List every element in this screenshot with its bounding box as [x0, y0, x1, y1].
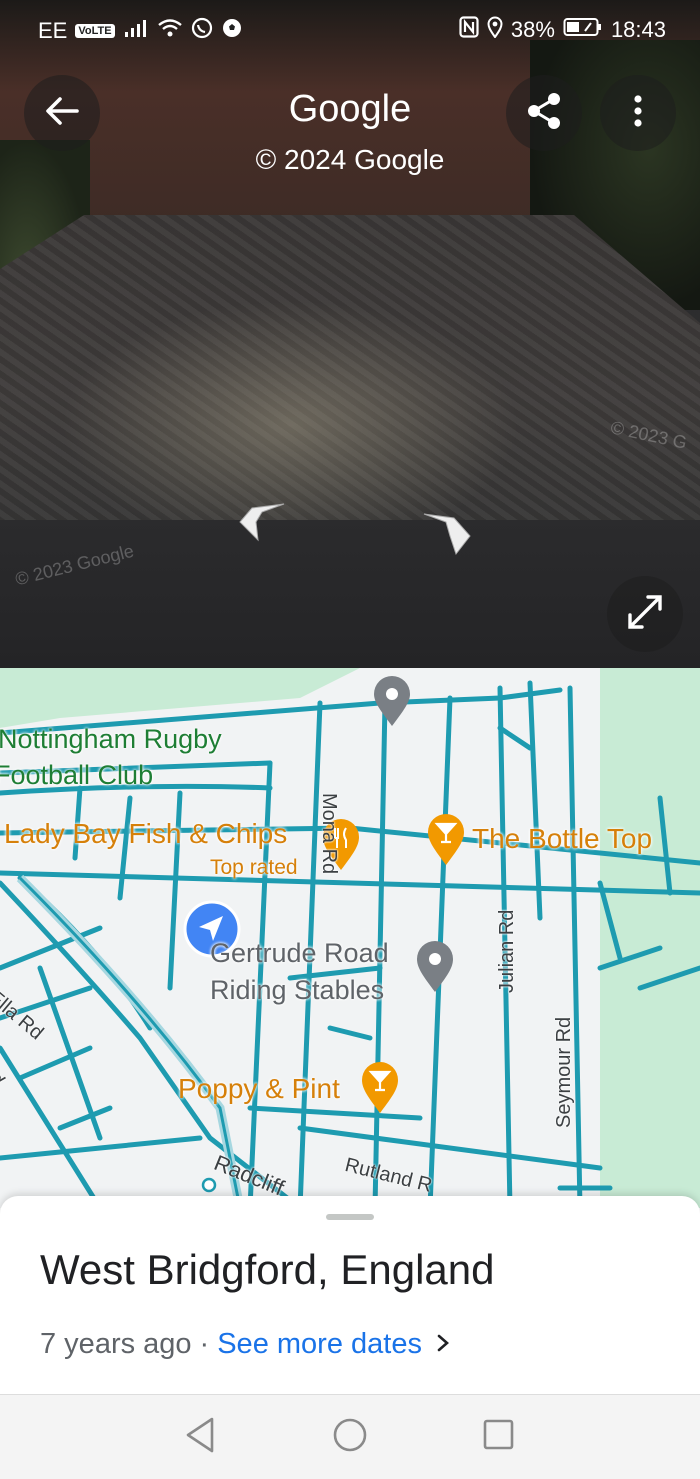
- gray-pin-top[interactable]: [372, 676, 412, 733]
- back-triangle-icon: [184, 1417, 216, 1459]
- expand-icon: [626, 593, 664, 636]
- julian-rd-label: Julian Rd: [496, 909, 518, 993]
- poppy-pint-label[interactable]: Poppy & Pint: [178, 1073, 340, 1105]
- nav-back-button[interactable]: [184, 1415, 216, 1460]
- nav-home-button[interactable]: [332, 1415, 368, 1460]
- volte-badge: VoLTE: [75, 24, 115, 38]
- poppy-pint-pin[interactable]: [361, 1061, 399, 1120]
- share-icon: [525, 91, 563, 136]
- wifi-icon: [157, 18, 183, 44]
- rugby-club-label-line2[interactable]: Football Club: [0, 757, 153, 793]
- street-view-panorama[interactable]: © 2023 Google © 2023 G EE VoLTE 38% 18:4…: [0, 0, 700, 668]
- system-navigation-bar: [0, 1394, 700, 1479]
- pan-right-arrow[interactable]: [420, 510, 476, 561]
- street-view-title: Google: [288, 88, 412, 130]
- stables-label-line2[interactable]: Riding Stables: [210, 972, 384, 1009]
- map-pin-icon: [415, 941, 455, 998]
- nfc-icon: [459, 16, 479, 44]
- capture-age: 7 years ago: [40, 1328, 192, 1360]
- location-icon: [487, 16, 503, 44]
- sheet-drag-handle[interactable]: [326, 1214, 374, 1220]
- bottom-sheet[interactable]: West Bridgford, England 7 years ago · Se…: [0, 1196, 700, 1394]
- pan-left-arrow[interactable]: [232, 500, 288, 549]
- more-options-button[interactable]: [600, 75, 676, 151]
- chevron-left-icon: [232, 503, 288, 548]
- nav-recents-button[interactable]: [482, 1415, 514, 1460]
- place-title: West Bridgford, England: [40, 1246, 495, 1293]
- mona-rd-label: Mona Rd: [318, 793, 340, 875]
- rugby-club-label-line1[interactable]: Nottingham Rugby: [0, 721, 222, 757]
- bottle-top-pin[interactable]: [427, 813, 465, 872]
- chevron-right-icon[interactable]: [436, 1328, 450, 1361]
- road-surface: [0, 520, 700, 668]
- share-button[interactable]: [506, 75, 582, 151]
- signal-icon: [123, 18, 149, 44]
- home-circle-icon: [332, 1418, 368, 1459]
- map-pin-icon: [372, 676, 412, 732]
- fish-chips-label[interactable]: Lady Bay Fish & Chips: [4, 818, 287, 850]
- status-bar: EE VoLTE 38% 18:43: [0, 0, 700, 58]
- bar-icon: [361, 1062, 399, 1119]
- battery-percent: 38%: [510, 17, 555, 42]
- map-view[interactable]: Nottingham Rugby Football Club Lady Bay …: [0, 668, 700, 1208]
- expand-button[interactable]: [607, 576, 683, 652]
- recents-square-icon: [482, 1419, 514, 1459]
- clock: 18:43: [610, 17, 666, 42]
- battery-icon: [563, 17, 603, 43]
- whatsapp-icon: [191, 17, 213, 45]
- chevron-right-icon: [420, 513, 476, 560]
- seymour-rd-label: Seymour Rd: [553, 1016, 575, 1128]
- carrier-label: EE: [38, 18, 68, 43]
- bottle-top-label[interactable]: The Bottle Top: [472, 823, 652, 855]
- more-vert-icon: [633, 94, 643, 133]
- separator-dot: ·: [199, 1328, 210, 1360]
- see-more-dates-link[interactable]: See more dates: [217, 1328, 422, 1361]
- football-icon: [221, 17, 243, 45]
- stables-pin[interactable]: [415, 940, 455, 999]
- stables-label-line1[interactable]: Gertrude Road: [210, 935, 389, 972]
- capture-date-row: 7 years ago · See more dates: [40, 1328, 450, 1361]
- street-view-copyright: © 2024 Google: [255, 144, 445, 175]
- bar-icon: [427, 814, 465, 871]
- top-rated-label: Top rated: [210, 856, 298, 879]
